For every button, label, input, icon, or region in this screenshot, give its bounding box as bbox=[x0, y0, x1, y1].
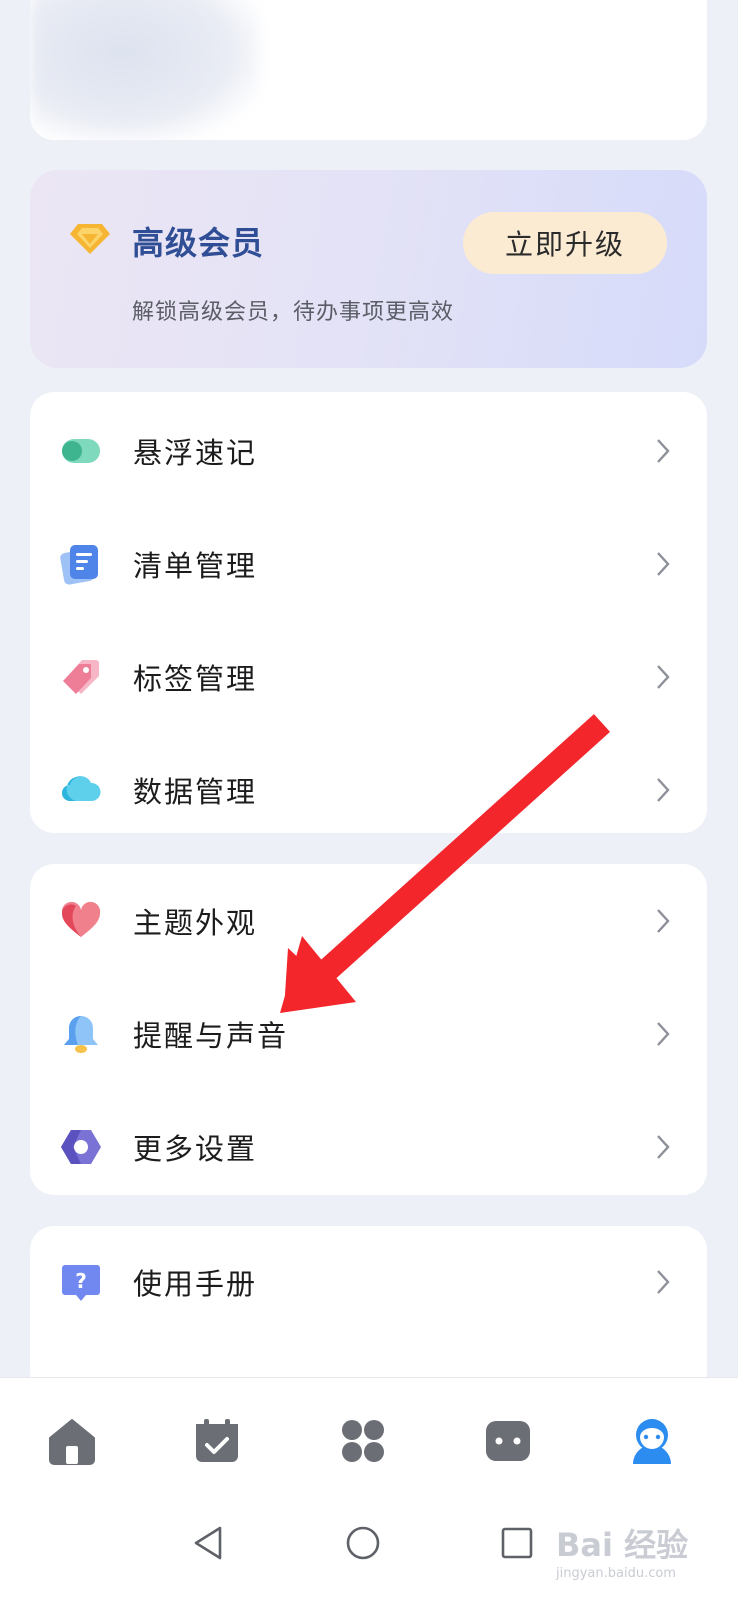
vip-subtitle: 解锁高级会员，待办事项更高效 bbox=[132, 300, 455, 325]
apps-grid-icon[interactable] bbox=[338, 1416, 388, 1466]
watermark-logo: Bai 经验 bbox=[556, 1526, 689, 1564]
bell-icon bbox=[64, 1015, 98, 1053]
settings-group-help: ? 使用手册 bbox=[30, 1226, 707, 1396]
chevron-right-icon bbox=[657, 1134, 670, 1159]
chevron-right-icon bbox=[657, 908, 670, 933]
chevron-right-icon bbox=[657, 1021, 670, 1046]
tag-icon bbox=[63, 659, 99, 694]
vip-banner[interactable]: 高级会员 解锁高级会员，待办事项更高效 立即升级 bbox=[30, 170, 707, 368]
menu-item-theme[interactable]: 主题外观 bbox=[30, 864, 707, 977]
cloud-icon bbox=[62, 775, 101, 801]
profile-card bbox=[30, 0, 707, 140]
watermark-url: jingyan.baidu.com bbox=[556, 1566, 676, 1581]
menu-item-label: 标签管理 bbox=[133, 661, 258, 696]
diamond-icon bbox=[70, 224, 110, 254]
heart-icon bbox=[61, 901, 101, 937]
menu-item-label: 数据管理 bbox=[133, 774, 258, 809]
menu-item-floating-note[interactable]: 悬浮速记 bbox=[30, 394, 707, 507]
blurred-avatar-area bbox=[30, 0, 260, 140]
recents-square-icon[interactable] bbox=[497, 1523, 537, 1563]
calendar-check-icon[interactable] bbox=[192, 1416, 242, 1466]
upgrade-button[interactable]: 立即升级 bbox=[463, 212, 667, 274]
back-triangle-icon[interactable] bbox=[188, 1523, 228, 1563]
menu-item-user-manual[interactable]: ? 使用手册 bbox=[30, 1226, 707, 1338]
svg-text:?: ? bbox=[75, 1269, 87, 1293]
chevron-right-icon bbox=[657, 1270, 670, 1294]
chevron-right-icon bbox=[657, 777, 670, 802]
menu-item-label: 清单管理 bbox=[133, 548, 258, 583]
menu-item-list-management[interactable]: 清单管理 bbox=[30, 507, 707, 620]
home-icon[interactable] bbox=[47, 1416, 97, 1466]
chevron-right-icon bbox=[657, 551, 670, 576]
menu-item-reminders-sounds[interactable]: 提醒与声音 bbox=[30, 977, 707, 1090]
list-icon bbox=[60, 544, 98, 585]
floating-note-icon bbox=[62, 438, 100, 463]
menu-item-label: 主题外观 bbox=[133, 905, 258, 940]
menu-item-label: 提醒与声音 bbox=[133, 1018, 289, 1053]
hexagon-settings-icon bbox=[61, 1129, 101, 1164]
profile-icon[interactable] bbox=[627, 1416, 677, 1466]
chat-bubble-icon[interactable] bbox=[483, 1416, 533, 1466]
chevron-right-icon bbox=[657, 664, 670, 689]
chevron-right-icon bbox=[657, 438, 670, 463]
watermark: Bai 经验 jingyan.baidu.com bbox=[556, 1520, 706, 1590]
menu-item-tag-management[interactable]: 标签管理 bbox=[30, 620, 707, 733]
vip-title: 高级会员 bbox=[132, 224, 265, 262]
menu-item-label: 使用手册 bbox=[133, 1267, 258, 1301]
menu-item-more-settings[interactable]: 更多设置 bbox=[30, 1090, 707, 1203]
menu-item-label: 更多设置 bbox=[133, 1131, 258, 1166]
home-circle-icon[interactable] bbox=[343, 1523, 383, 1563]
menu-item-label: 悬浮速记 bbox=[133, 435, 258, 470]
settings-group-preferences: 主题外观 提醒与声音 更多设置 bbox=[30, 864, 707, 1195]
help-icon: ? bbox=[62, 1265, 100, 1301]
menu-item-data-management[interactable]: 数据管理 bbox=[30, 733, 707, 846]
settings-group-tools: 悬浮速记 清单管理 标签管理 数据管理 bbox=[30, 392, 707, 833]
